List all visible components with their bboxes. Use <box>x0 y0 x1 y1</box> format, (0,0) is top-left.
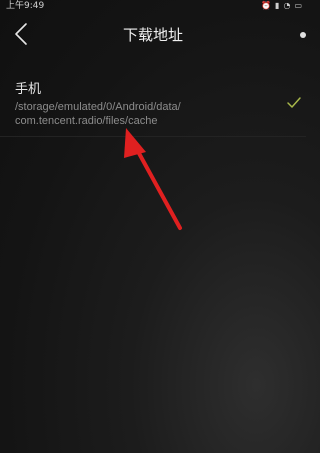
check-icon <box>287 97 301 108</box>
header: 下载地址 <box>0 14 306 54</box>
signal-icon: ▮ <box>275 1 280 10</box>
more-dot-icon <box>300 32 306 38</box>
status-icons: ⏰ ▮ ◔ ▭ <box>261 1 302 11</box>
status-bar: 上午9:49 ⏰ ▮ ◔ ▭ <box>0 0 306 12</box>
battery-icon: ▭ <box>294 1 302 10</box>
storage-path-line2: com.tencent.radio/files/cache <box>15 115 158 127</box>
divider <box>0 136 306 137</box>
more-button[interactable] <box>298 32 306 38</box>
alarm-icon: ⏰ <box>261 1 272 10</box>
back-button[interactable] <box>10 20 34 48</box>
page-title: 下载地址 <box>122 26 183 44</box>
storage-name: 手机 <box>15 82 42 97</box>
status-time: 上午9:49 <box>6 1 45 11</box>
back-arrow-icon <box>15 23 27 45</box>
storage-path-line1: /storage/emulated/0/Android/data/ <box>15 101 181 113</box>
wifi-icon: ◔ <box>283 1 291 10</box>
storage-option-phone[interactable]: 手机 /storage/emulated/0/Android/data/ com… <box>0 68 306 136</box>
storage-path: /storage/emulated/0/Android/data/ com.te… <box>15 100 235 128</box>
